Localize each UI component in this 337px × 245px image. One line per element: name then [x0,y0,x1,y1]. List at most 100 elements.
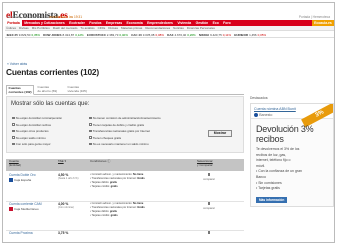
ticker-value: 8.324,87 [62,33,75,37]
filter-checkbox[interactable] [89,116,92,120]
bank-name: Caja Mediterráneo [14,206,39,211]
filter-option[interactable]: Transferencias nacionales gratis por Int… [89,129,150,133]
condition-value: No tiene [133,202,144,205]
filter-option[interactable]: Tienen cheques gratis [89,136,121,140]
condition-label: Transferencias nacionales por Internet: [91,206,137,210]
subnav-item[interactable]: CFDs [96,26,107,30]
page-title: Cuentas corrientes (102) [6,67,99,77]
ad-text-line: • Sin comisiones [256,180,282,185]
filter-option-label: No es necesario mantener un saldo mínimo [92,142,149,146]
subnav-item[interactable]: Divisas [107,26,120,30]
ticker-value: 9.420,75 [210,33,222,37]
filter-option-label: No exijan otros productos [15,129,49,133]
compare-checkbox[interactable] [207,231,211,234]
filter-checkbox[interactable] [89,129,92,133]
condition-value: gratis [109,181,117,185]
filter-checkbox[interactable] [89,136,92,139]
subnav-item[interactable]: Flash del mercado [51,26,79,30]
filter-checkbox[interactable] [89,142,92,146]
condition-label: Tarjetas débito: [91,210,110,214]
filter-option[interactable]: No exijan domiciliar recibos [12,123,51,127]
filter-option[interactable]: Tienen tarjetas de débito y crédito grat… [89,123,144,127]
site-logo[interactable]: elEconomista.es [6,5,68,21]
subnav-item[interactable]: Mis Portfolios [30,26,51,30]
tab-line: vivienda (105) [67,88,87,93]
bank-entity: Caja Mediterráneo [9,206,39,211]
condition-line: • Tarjetas crédito: gratis [90,185,118,189]
table-row: Cuenta corriente CAM Caja Mediterráneo 4,0… [6,202,244,231]
more-info-button[interactable]: Más información [256,197,288,203]
ticker-item[interactable]: IBEX 359.829,500,35% [5,32,42,37]
subnav-item[interactable]: Noticias [172,26,186,30]
filter-checkbox[interactable] [12,123,15,126]
ad-product-link[interactable]: Cuenta nómina ABN Bunit [254,107,296,111]
compare-checkbox[interactable] [207,173,211,176]
ad-text-line: móvil. [256,163,266,168]
bank-entity: Caja España [9,177,32,182]
account-type-tabs: Cuentas corrientes (102) Cuentas de ahorro … [6,85,244,95]
tae-value: 3,75 % [58,231,69,235]
tab-corrientes[interactable]: Cuentas corrientes (102) [6,85,35,95]
ad-text-line: Te devolvemos el 3% de los [256,147,300,151]
subnav-item[interactable]: Finanzas Personales [185,26,216,30]
ticker-item[interactable]: EURIBOR1,4560,05% [233,32,268,37]
filter-option-label: No exijan domiciliar nómina/pensión [15,116,63,120]
tae-note: (Con nómina) [58,206,74,209]
ad-text-line: • Con la confianza de un gran [256,169,302,174]
ticker-item[interactable]: DAX4.670,400,26% [166,32,198,37]
ticker-item[interactable]: DOW JONES8.324,870,12% [42,32,86,37]
th-tae[interactable]: TAE ▾ [58,159,66,164]
filter-checkbox[interactable] [12,129,15,133]
tab-ahorro[interactable]: Cuentas de ahorro (69) [36,85,59,95]
account-name-link[interactable]: Cuenta Proxima [9,231,33,235]
account-name-link[interactable]: Cuenta corriente CAM [9,202,42,206]
ticker-item[interactable]: NIKKEI9.420,750,11% [197,32,232,37]
bank-name: Caja España [14,177,32,182]
subnav-item[interactable]: Divisas [18,26,31,30]
condition-label: Tarjetas crédito: [91,185,110,189]
condition-value: gratis [109,210,117,214]
sub-nav: Índices Divisas Mis Portfolios Flash del me… [5,26,334,31]
filter-checkbox[interactable] [12,142,15,146]
ad-text-line: • Tarjetas gratis [256,186,280,191]
promo-ad[interactable]: Cuenta nómina ABN Bunit Banesto 3% Devol… [250,103,334,207]
ticker-change: 0,08% [155,33,164,37]
ticker-item[interactable]: EUROSTOXX2.383,730,40% [85,32,129,37]
account-name-link[interactable]: Cuenta Doble Oro [9,173,36,177]
th-cuenta[interactable]: Cuenta (Entidad) [9,159,21,167]
mostrar-button[interactable]: Mostrar [208,130,232,137]
ticker-name: DOW JONES [43,33,62,37]
ticker-name: IBEX 35 [6,33,18,37]
ticker-item[interactable]: CAC 403.035,080,08% [130,32,166,37]
filter-option[interactable]: No es necesario mantener un saldo mínimo [89,142,149,146]
ad-bank: Banesto [254,112,273,117]
compare-cell: comparar [197,202,221,210]
condition-label: Tarjetas débito: [91,181,110,185]
ticker-name: CAC 40 [131,33,142,37]
filter-checkbox[interactable] [89,123,92,126]
updated-link[interactable]: actualizado a las 19:31 [49,15,82,19]
header-links[interactable]: Portada | Hemeroteca [299,15,330,19]
compare-label: comparar [203,205,215,210]
condition-label: Tarjetas crédito: [91,214,110,218]
conditions-list: • Comisión admon. y mantenimiento: No ti… [90,173,145,189]
ad-bank-name: Banesto [259,112,273,117]
tab-vivienda[interactable]: Cuentas vivienda (105) [66,85,88,95]
filter-option[interactable]: No exijan domiciliar nómina/pensión [12,116,62,120]
back-link[interactable]: « Volver atrás [7,62,27,66]
filter-option[interactable]: No exijan saldo mínimo [12,136,46,140]
subnav-item[interactable]: Recomendaciones [144,26,172,30]
condition-value: gratis [110,214,118,218]
filter-title: Mostrar sólo las cuentas que: [11,101,90,107]
sidebar-heading: Destacados: [250,96,269,100]
subnav-item[interactable]: Tu análisis [79,26,96,30]
filter-option[interactable]: Con sólo para gente mayor [12,142,51,146]
filter-checkbox[interactable] [12,136,15,139]
subnav-item[interactable]: Materias primas [119,26,143,30]
compare-checkbox[interactable] [207,202,211,205]
table-header: Cuenta (Entidad) TAE ▾ Condiciones ⓘ Sele… [6,159,244,171]
subnav-item[interactable]: Índices [5,26,18,30]
filter-checkbox[interactable] [12,116,15,120]
filter-option[interactable]: No tienen comisión de administración/man… [89,116,161,120]
filter-option[interactable]: No exijan otros productos [12,129,49,133]
